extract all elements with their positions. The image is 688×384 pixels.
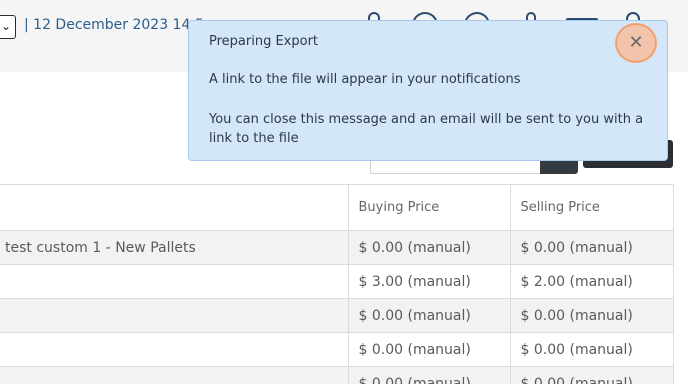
- buying-price-cell: $ 0.00 (manual): [348, 230, 511, 265]
- buying-price-cell: $ 0.00 (manual): [348, 366, 511, 384]
- close-icon: ✕: [628, 32, 644, 53]
- selling-price-cell: $ 2.00 (manual): [510, 264, 674, 299]
- product-name-cell: [0, 366, 349, 384]
- column-header-selling-price[interactable]: Selling Price: [510, 184, 674, 231]
- product-name-cell: [0, 298, 349, 333]
- export-notification: Preparing Export A link to the file will…: [188, 20, 668, 161]
- close-button[interactable]: ✕: [615, 23, 657, 63]
- selling-price-cell: $ 0.00 (manual): [510, 332, 674, 367]
- selling-price-cell: $ 0.00 (manual): [510, 366, 674, 384]
- product-name-cell: test custom 1 - New Pallets: [0, 230, 349, 265]
- chevron-down-icon: ⌄: [0, 19, 11, 33]
- selling-price-cell: $ 0.00 (manual): [510, 230, 674, 265]
- table-row[interactable]: $ 0.00 (manual) $ 0.00 (manual): [0, 332, 674, 367]
- notification-email-message: You can close this message and an email …: [209, 112, 644, 146]
- product-name-cell: [0, 264, 349, 299]
- period-select[interactable]: ⌄: [0, 15, 16, 39]
- notification-message: A link to the file will appear in your n…: [209, 72, 521, 87]
- buying-price-cell: $ 0.00 (manual): [348, 298, 511, 333]
- buying-price-cell: $ 0.00 (manual): [348, 332, 511, 367]
- table-row[interactable]: test custom 1 - New Pallets $ 0.00 (manu…: [0, 230, 674, 265]
- selling-price-cell: $ 0.00 (manual): [510, 298, 674, 333]
- column-header-name[interactable]: [0, 184, 349, 231]
- table-row[interactable]: $ 0.00 (manual) $ 0.00 (manual): [0, 366, 674, 384]
- notification-title: Preparing Export: [209, 34, 319, 49]
- table-row[interactable]: $ 0.00 (manual) $ 0.00 (manual): [0, 298, 674, 333]
- table-row[interactable]: $ 3.00 (manual) $ 2.00 (manual): [0, 264, 674, 299]
- column-header-buying-price[interactable]: Buying Price: [348, 184, 511, 231]
- page: ⌄ | 12 December 2023 14:5 Buying Price S…: [0, 0, 688, 384]
- date-time-text: | 12 December 2023 14:5: [24, 17, 204, 33]
- price-table: Buying Price Selling Price test custom 1…: [0, 184, 674, 384]
- buying-price-cell: $ 3.00 (manual): [348, 264, 511, 299]
- product-name-cell: [0, 332, 349, 367]
- table-header-row: Buying Price Selling Price: [0, 184, 674, 231]
